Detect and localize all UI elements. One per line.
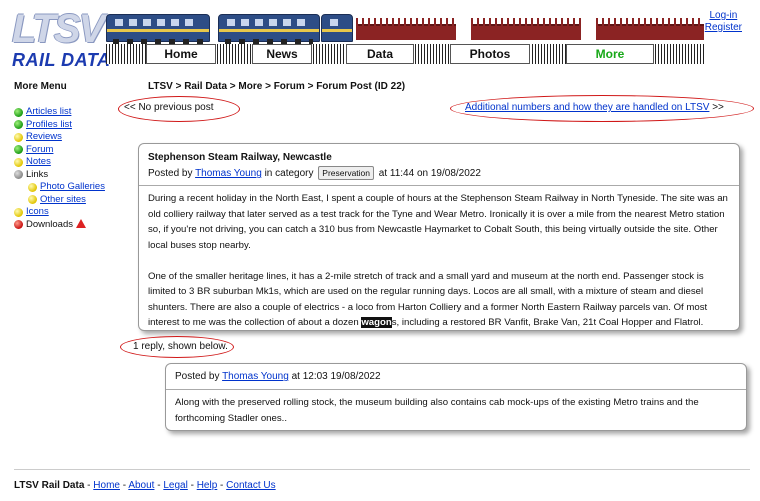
author-link[interactable]: Thomas Young: [195, 168, 262, 179]
reply-body: Along with the preserved rolling stock, …: [175, 397, 699, 424]
login-link[interactable]: Log-in: [705, 10, 742, 22]
sidebar-item-label[interactable]: Forum: [26, 144, 53, 155]
category-prefix: in category: [261, 168, 317, 179]
sidebar-item-label: Downloads: [26, 218, 73, 230]
forum-reply: Posted by Thomas Young at 12:03 19/08/20…: [165, 363, 747, 431]
train-car-image: [321, 14, 353, 42]
paragraph-text: s, including a restored BR Vanfit, Brake…: [391, 317, 704, 328]
warning-icon: [76, 218, 86, 228]
red-dot-icon: [14, 220, 23, 229]
sidebar-item-label[interactable]: Icons: [26, 206, 49, 217]
footer-divider: [14, 469, 750, 470]
nav-tab-label: Data: [366, 47, 393, 61]
footer-link-about[interactable]: About: [128, 480, 154, 491]
train-car-image: [218, 14, 320, 45]
author-link[interactable]: Thomas Young: [222, 371, 289, 382]
footer-site-label: LTSV Rail Data: [14, 480, 85, 491]
nav-tab-home[interactable]: Home: [146, 44, 216, 64]
site-header: LTSV RAIL DATA Home News Data Photos Mor…: [0, 0, 760, 78]
sidebar-item-label[interactable]: Profiles list: [26, 119, 72, 130]
footer: LTSV Rail Data - Home - About - Legal - …: [14, 480, 276, 491]
sidebar-item-links: Links: [14, 169, 124, 181]
sidebar-item-notes[interactable]: Notes: [14, 156, 124, 168]
sidebar-item-reviews[interactable]: Reviews: [14, 131, 124, 143]
yellow-dot-icon: [14, 157, 23, 167]
annotation-oval: [118, 96, 240, 122]
nav-tab-data[interactable]: Data: [346, 44, 414, 64]
nav-tab-news[interactable]: News: [252, 44, 312, 64]
sidebar: More Menu Articles list Profiles list Re…: [14, 78, 124, 231]
annotation-oval: [450, 95, 754, 122]
yellow-dot-icon: [14, 207, 23, 217]
post-title: Stephenson Steam Railway, Newcastle: [148, 152, 332, 163]
nav-tab-label: Photos: [469, 47, 511, 61]
grey-dot-icon: [14, 170, 23, 179]
account-links: Log-in Register: [705, 10, 742, 34]
green-dot-icon: [14, 120, 23, 129]
annotation-oval: [120, 336, 234, 358]
footer-link-legal[interactable]: Legal: [163, 480, 187, 491]
footer-link-home[interactable]: Home: [93, 480, 120, 491]
footer-separator: -: [217, 480, 227, 491]
footer-separator: -: [187, 480, 197, 491]
footer-separator: -: [84, 480, 94, 491]
sidebar-item-articles[interactable]: Articles list: [14, 106, 124, 118]
yellow-dot-icon: [14, 132, 23, 142]
train-banner-image: [106, 10, 706, 46]
logo-rail-data-text: RAIL DATA: [12, 50, 111, 70]
posted-by-prefix: Posted by: [175, 371, 223, 382]
category-badge[interactable]: Preservation: [318, 166, 374, 180]
sidebar-item-other-sites[interactable]: Other sites: [14, 194, 124, 206]
sidebar-item-icons[interactable]: Icons: [14, 206, 124, 218]
green-dot-icon: [14, 145, 23, 154]
posted-by-prefix: Posted by: [148, 168, 196, 179]
forum-post: Stephenson Steam Railway, Newcastle Post…: [138, 143, 740, 331]
post-paragraph: During a recent holiday in the North Eas…: [148, 193, 728, 251]
footer-link-help[interactable]: Help: [197, 480, 218, 491]
train-car-image: [106, 14, 210, 45]
wagons-image: [356, 16, 706, 44]
sidebar-item-label[interactable]: Notes: [26, 156, 51, 167]
nav-tab-label: News: [266, 47, 298, 61]
sidebar-item-downloads: Downloads: [14, 218, 124, 231]
post-body: During a recent holiday in the North Eas…: [148, 191, 730, 346]
yellow-dot-icon: [28, 195, 37, 204]
sidebar-item-label[interactable]: Photo Galleries: [40, 181, 105, 192]
reply-meta: Posted by Thomas Young at 12:03 19/08/20…: [175, 371, 381, 382]
reply-timestamp: at 12:03 19/08/2022: [288, 371, 381, 382]
post-timestamp: at 11:44 on 19/08/2022: [378, 168, 481, 179]
yellow-dot-icon: [28, 182, 37, 192]
site-logo[interactable]: LTSV RAIL DATA: [12, 7, 110, 70]
sidebar-item-label[interactable]: Other sites: [40, 194, 86, 205]
sidebar-item-forum[interactable]: Forum: [14, 144, 124, 156]
sidebar-item-label: Links: [26, 168, 49, 180]
nav-tab-photos[interactable]: Photos: [450, 44, 530, 64]
sidebar-title: More Menu: [14, 81, 67, 92]
nav-tab-label: Home: [164, 47, 198, 61]
logo-ltsv-text: LTSV: [12, 7, 105, 51]
footer-separator: -: [154, 480, 164, 491]
sidebar-item-profiles[interactable]: Profiles list: [14, 119, 124, 131]
green-dot-icon: [14, 107, 23, 117]
divider: [139, 185, 739, 186]
breadcrumb: LTSV > Rail Data > More > Forum > Forum …: [148, 81, 406, 92]
sidebar-item-label[interactable]: Reviews: [26, 131, 62, 142]
post-paragraph: One of the smaller heritage lines, it ha…: [148, 269, 730, 331]
footer-link-contact[interactable]: Contact Us: [226, 480, 275, 491]
sidebar-item-photo-galleries[interactable]: Photo Galleries: [14, 181, 124, 193]
main-nav: Home News Data Photos More: [106, 44, 706, 64]
nav-tab-more[interactable]: More: [566, 44, 654, 64]
register-link[interactable]: Register: [705, 22, 742, 34]
divider: [166, 389, 746, 390]
sidebar-item-label[interactable]: Articles list: [26, 106, 71, 117]
nav-tab-label: More: [595, 47, 625, 61]
highlighted-word: wagon: [361, 317, 392, 328]
post-meta: Posted by Thomas Young in category Prese…: [148, 166, 481, 180]
sidebar-menu: Articles list Profiles list Reviews Foru…: [14, 106, 124, 231]
